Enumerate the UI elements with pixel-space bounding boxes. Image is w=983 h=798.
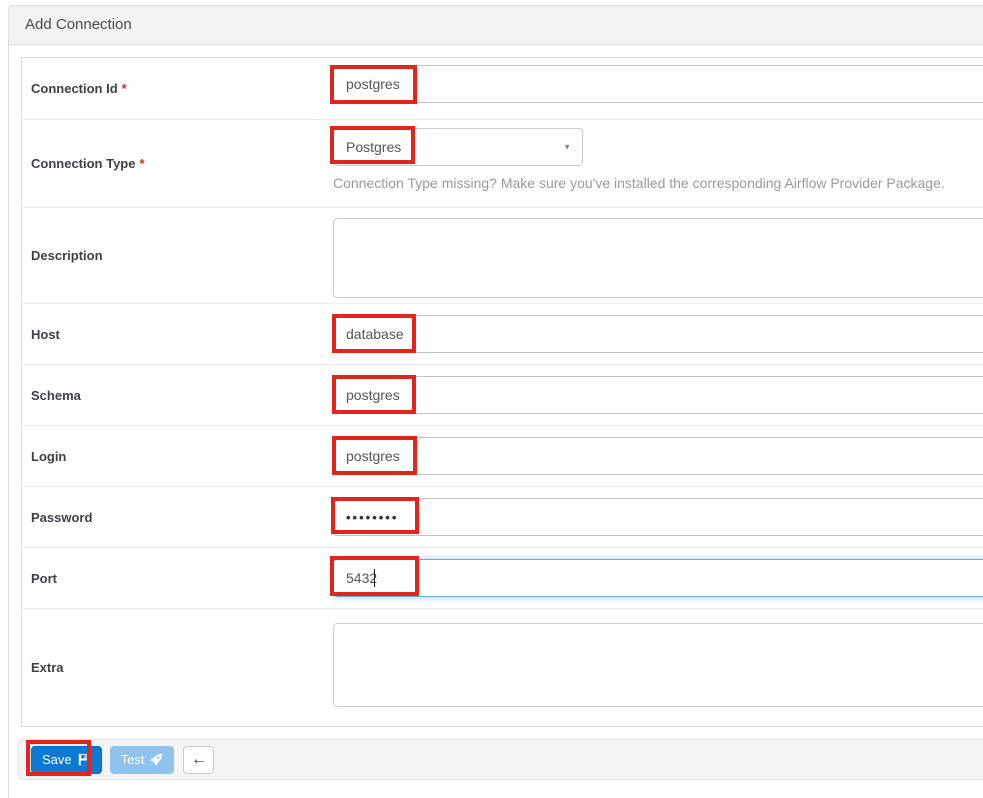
save-button[interactable]: Save <box>31 746 102 774</box>
connection-id-label: Connection Id* <box>22 58 333 119</box>
page-title: Add Connection <box>9 6 983 45</box>
password-input[interactable] <box>333 498 983 536</box>
chevron-down-icon: ▼ <box>563 143 571 152</box>
password-label: Password <box>22 487 333 547</box>
test-button[interactable]: Test <box>110 746 175 774</box>
port-input[interactable] <box>333 559 983 597</box>
login-input[interactable] <box>333 437 983 475</box>
field-row-description: Description <box>22 208 983 304</box>
field-row-login: Login <box>22 426 983 487</box>
field-row-connection-id: Connection Id* <box>22 58 983 120</box>
host-input[interactable] <box>333 315 983 353</box>
page: Add Connection Connection Id* Connection… <box>0 0 983 798</box>
required-asterisk: * <box>139 156 144 171</box>
port-label: Port <box>22 548 333 608</box>
extra-label: Extra <box>22 609 333 726</box>
connection-type-label: Connection Type* <box>22 120 333 207</box>
connection-id-input[interactable] <box>333 65 983 103</box>
host-label: Host <box>22 304 333 364</box>
field-row-extra: Extra <box>22 609 983 726</box>
field-row-host: Host <box>22 304 983 365</box>
connection-form: Connection Id* Connection Type* Postgres… <box>21 57 983 727</box>
login-label: Login <box>22 426 333 486</box>
save-button-label: Save <box>42 752 72 767</box>
extra-textarea[interactable] <box>333 623 983 707</box>
field-row-password: Password <box>22 487 983 548</box>
connection-type-help-text: Connection Type missing? Make sure you'v… <box>333 175 945 191</box>
floppy-disk-icon <box>78 753 91 766</box>
arrow-left-icon: ← <box>191 751 207 769</box>
field-row-port: Port <box>22 548 983 609</box>
schema-input[interactable] <box>333 376 983 414</box>
required-asterisk: * <box>122 81 127 96</box>
schema-label: Schema <box>22 365 333 425</box>
text-cursor <box>374 569 375 587</box>
form-actions-toolbar: Save Test ← <box>18 739 983 780</box>
field-row-connection-type: Connection Type* Postgres ▼ Connection T… <box>22 120 983 208</box>
back-button[interactable]: ← <box>183 746 214 774</box>
field-row-schema: Schema <box>22 365 983 426</box>
test-button-label: Test <box>121 752 145 767</box>
connection-type-selected-value: Postgres <box>346 139 401 155</box>
rocket-icon <box>150 753 163 766</box>
connection-type-select[interactable]: Postgres ▼ <box>333 128 583 166</box>
description-label: Description <box>22 208 333 303</box>
description-textarea[interactable] <box>333 218 983 298</box>
